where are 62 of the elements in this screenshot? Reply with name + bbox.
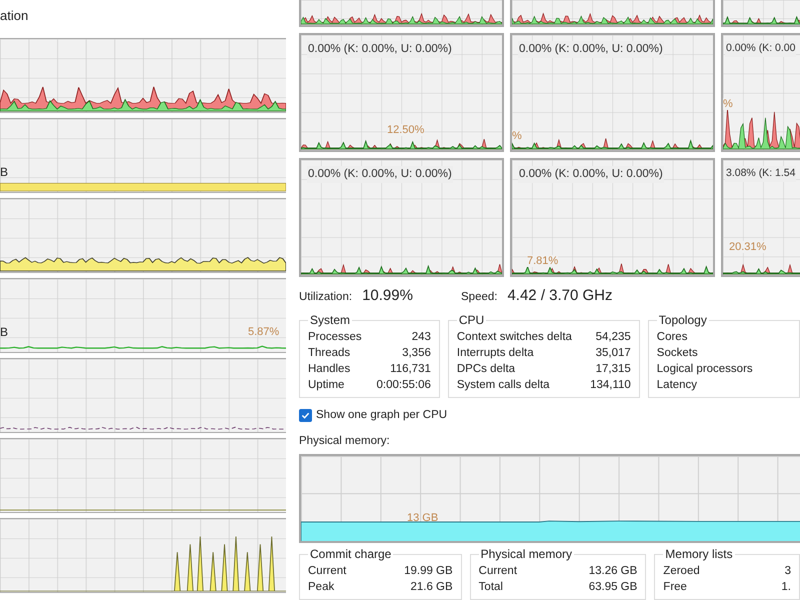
cpu-usage-label: 0.00% (K: 0.00 xyxy=(725,41,796,57)
cpu-usage-label: 3.08% (K: 1.54 xyxy=(725,166,796,182)
cpu-usage-label: 0.00% (K: 0.00%, U: 0.00%) xyxy=(307,41,453,58)
stat-value: 134,110 xyxy=(590,378,631,393)
section-title: Physical memory: xyxy=(299,434,391,450)
summary-label: Utilization: xyxy=(299,290,352,305)
peak-label: 5.87% xyxy=(248,324,280,340)
stat-label: Cores xyxy=(656,330,688,345)
graph-label: B xyxy=(0,164,8,181)
group-title: Topology xyxy=(658,312,708,329)
stat-label: Peak xyxy=(308,580,334,595)
cpu-usage-label: 0.00% (K: 0.00%, U: 0.00%) xyxy=(518,41,664,58)
group-title: Physical memory xyxy=(480,546,574,563)
stat-value: 243 xyxy=(412,330,431,345)
stat-value: 21.6 GB xyxy=(410,580,453,595)
checkbox-label: Show one graph per CPU xyxy=(316,408,448,423)
stat-value: 63.95 GB xyxy=(588,580,638,595)
stat-label: Zeroed xyxy=(663,564,700,579)
stat-value: 13.26 GB xyxy=(588,564,638,579)
checkbox[interactable] xyxy=(299,409,312,422)
stat-value: 0:00:55:06 xyxy=(376,378,431,393)
stat-label: Latency xyxy=(656,378,698,393)
stat-label: Threads xyxy=(308,346,350,361)
summary-value: 10.99% xyxy=(362,286,413,306)
peak-label: 13 GB xyxy=(407,510,438,526)
group-title: CPU xyxy=(458,312,486,329)
stat-label: System calls delta xyxy=(456,378,550,393)
stat-value: 19.99 GB xyxy=(404,564,453,579)
peak-label: % xyxy=(512,130,522,142)
peak-label: 7.81% xyxy=(527,255,558,267)
stat-label: DPCs delta xyxy=(456,362,516,377)
cpu-usage-label: 0.00% (K: 0.00%, U: 0.00%) xyxy=(518,166,664,184)
stat-label: Handles xyxy=(308,362,350,377)
stat-value: 54,235 xyxy=(596,330,631,345)
stat-label: Total xyxy=(478,580,503,595)
stat-label: Sockets xyxy=(656,346,698,361)
graph-label: B xyxy=(0,324,8,341)
group-title: Memory lists xyxy=(664,546,734,563)
stat-label: Free xyxy=(663,580,687,595)
panel-title: ation xyxy=(0,7,28,25)
stat-label: Current xyxy=(308,564,346,579)
stat-label: Context switches delta xyxy=(456,330,572,345)
stat-value: 3 xyxy=(784,564,791,579)
stat-value: 17,315 xyxy=(596,362,631,377)
stat-value: 116,731 xyxy=(390,362,431,377)
stat-value: 3,356 xyxy=(402,346,431,361)
stat-value: 35,017 xyxy=(596,346,631,361)
stat-label: Interrupts delta xyxy=(456,346,534,361)
summary-label: Speed: xyxy=(461,290,498,305)
group-title: Commit charge xyxy=(309,546,392,563)
stat-label: Logical processors xyxy=(656,362,753,377)
summary-value: 4.42 / 3.70 GHz xyxy=(507,286,613,306)
stat-label: Current xyxy=(478,564,518,579)
stat-value: 1. xyxy=(781,580,791,595)
peak-label: 20.31% xyxy=(729,241,766,253)
peak-label: 12.50% xyxy=(387,124,424,136)
stat-label: Uptime xyxy=(308,378,344,393)
checkmark-icon xyxy=(301,411,310,420)
peak-label: % xyxy=(723,98,733,110)
cpu-usage-label: 0.00% (K: 0.00%, U: 0.00%) xyxy=(307,166,453,184)
group-title: System xyxy=(309,312,352,329)
stat-label: Processes xyxy=(308,330,362,345)
